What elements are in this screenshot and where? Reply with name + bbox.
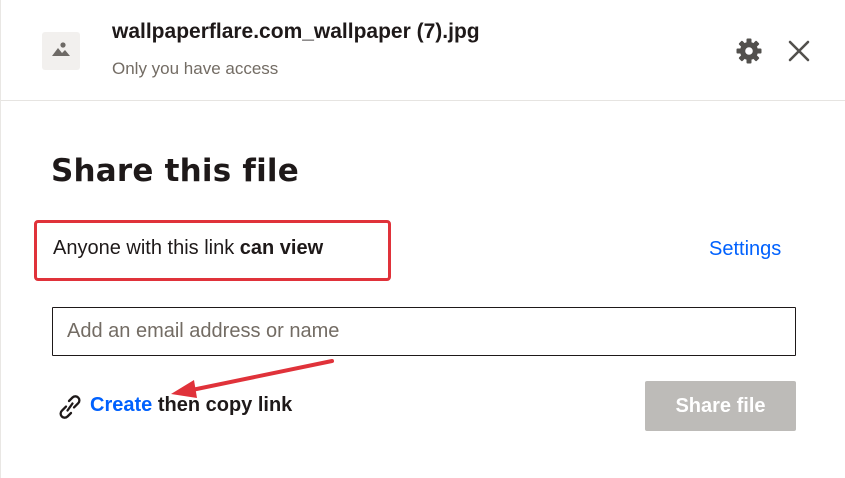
file-name: wallpaperflare.com_wallpaper (7).jpg xyxy=(112,20,480,43)
gear-icon[interactable] xyxy=(735,37,763,65)
file-thumbnail xyxy=(42,32,80,70)
file-access-status: Only you have access xyxy=(112,59,279,78)
image-icon xyxy=(50,39,72,64)
share-file-button[interactable]: Share file xyxy=(645,381,796,431)
dialog-header: wallpaperflare.com_wallpaper (7).jpg Onl… xyxy=(1,0,845,101)
link-icon xyxy=(58,394,82,420)
create-link-suffix: then copy link xyxy=(157,394,293,416)
email-input[interactable] xyxy=(52,307,796,356)
link-access-prefix: Anyone with this link xyxy=(53,237,235,259)
link-access-text: Anyone with this link can view xyxy=(53,237,323,260)
share-dialog: wallpaperflare.com_wallpaper (7).jpg Onl… xyxy=(0,0,845,478)
settings-link[interactable]: Settings xyxy=(709,238,781,261)
create-link[interactable]: Create xyxy=(90,394,152,416)
create-link-line: Create then copy link xyxy=(90,394,292,417)
link-access-level[interactable]: can view xyxy=(240,237,323,259)
close-icon[interactable] xyxy=(787,39,811,63)
share-title: Share this file xyxy=(51,153,299,189)
